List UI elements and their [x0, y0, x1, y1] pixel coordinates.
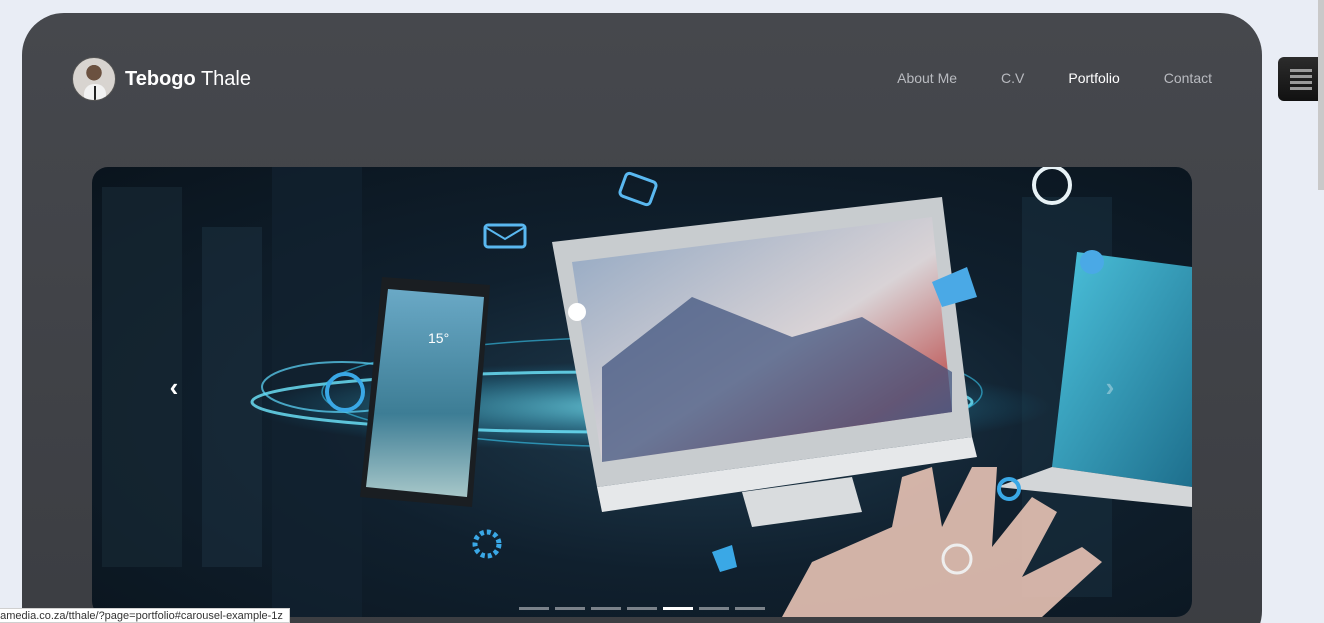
portfolio-carousel[interactable]: 15° ‹ › — [92, 167, 1192, 617]
brand-name: Tebogo Thale — [125, 68, 251, 91]
page-scrollbar[interactable] — [1318, 0, 1324, 190]
carousel-indicator-7[interactable] — [735, 607, 765, 610]
menu-list-icon-bar — [1290, 86, 1312, 90]
brand-last-name: Thale — [200, 67, 251, 90]
page-card: Tebogo Thale About Me C.V Portfolio Cont… — [22, 13, 1262, 623]
nav-contact[interactable]: Contact — [1164, 70, 1212, 86]
nav-about-me[interactable]: About Me — [897, 70, 957, 86]
carousel-indicators — [519, 607, 765, 610]
phone-temperature: 15° — [428, 330, 449, 346]
carousel-indicator-2[interactable] — [555, 607, 585, 610]
status-bar-url: gamedia.co.za/tthale/?page=portfolio#car… — [0, 608, 290, 623]
carousel-indicator-6[interactable] — [699, 607, 729, 610]
menu-list-icon-bar — [1290, 80, 1312, 84]
nav-cv[interactable]: C.V — [1001, 70, 1024, 86]
main-nav: About Me C.V Portfolio Contact — [897, 70, 1212, 86]
carousel-indicator-3[interactable] — [591, 607, 621, 610]
carousel-indicator-1[interactable] — [519, 607, 549, 610]
brand[interactable]: Tebogo Thale — [72, 57, 251, 101]
menu-list-icon-bar — [1290, 74, 1312, 78]
chevron-left-icon: ‹ — [169, 372, 179, 402]
carousel-indicator-5[interactable] — [663, 607, 693, 610]
carousel-next-button[interactable]: › — [1098, 372, 1122, 402]
chevron-right-icon: › — [1105, 372, 1115, 402]
avatar — [72, 57, 116, 101]
menu-list-icon — [1290, 68, 1312, 72]
carousel-slide-image: 15° — [102, 167, 1192, 617]
carousel-prev-button[interactable]: ‹ — [162, 372, 186, 402]
carousel-indicator-4[interactable] — [627, 607, 657, 610]
brand-first-name: Tebogo — [125, 67, 196, 90]
nav-portfolio[interactable]: Portfolio — [1068, 70, 1119, 86]
